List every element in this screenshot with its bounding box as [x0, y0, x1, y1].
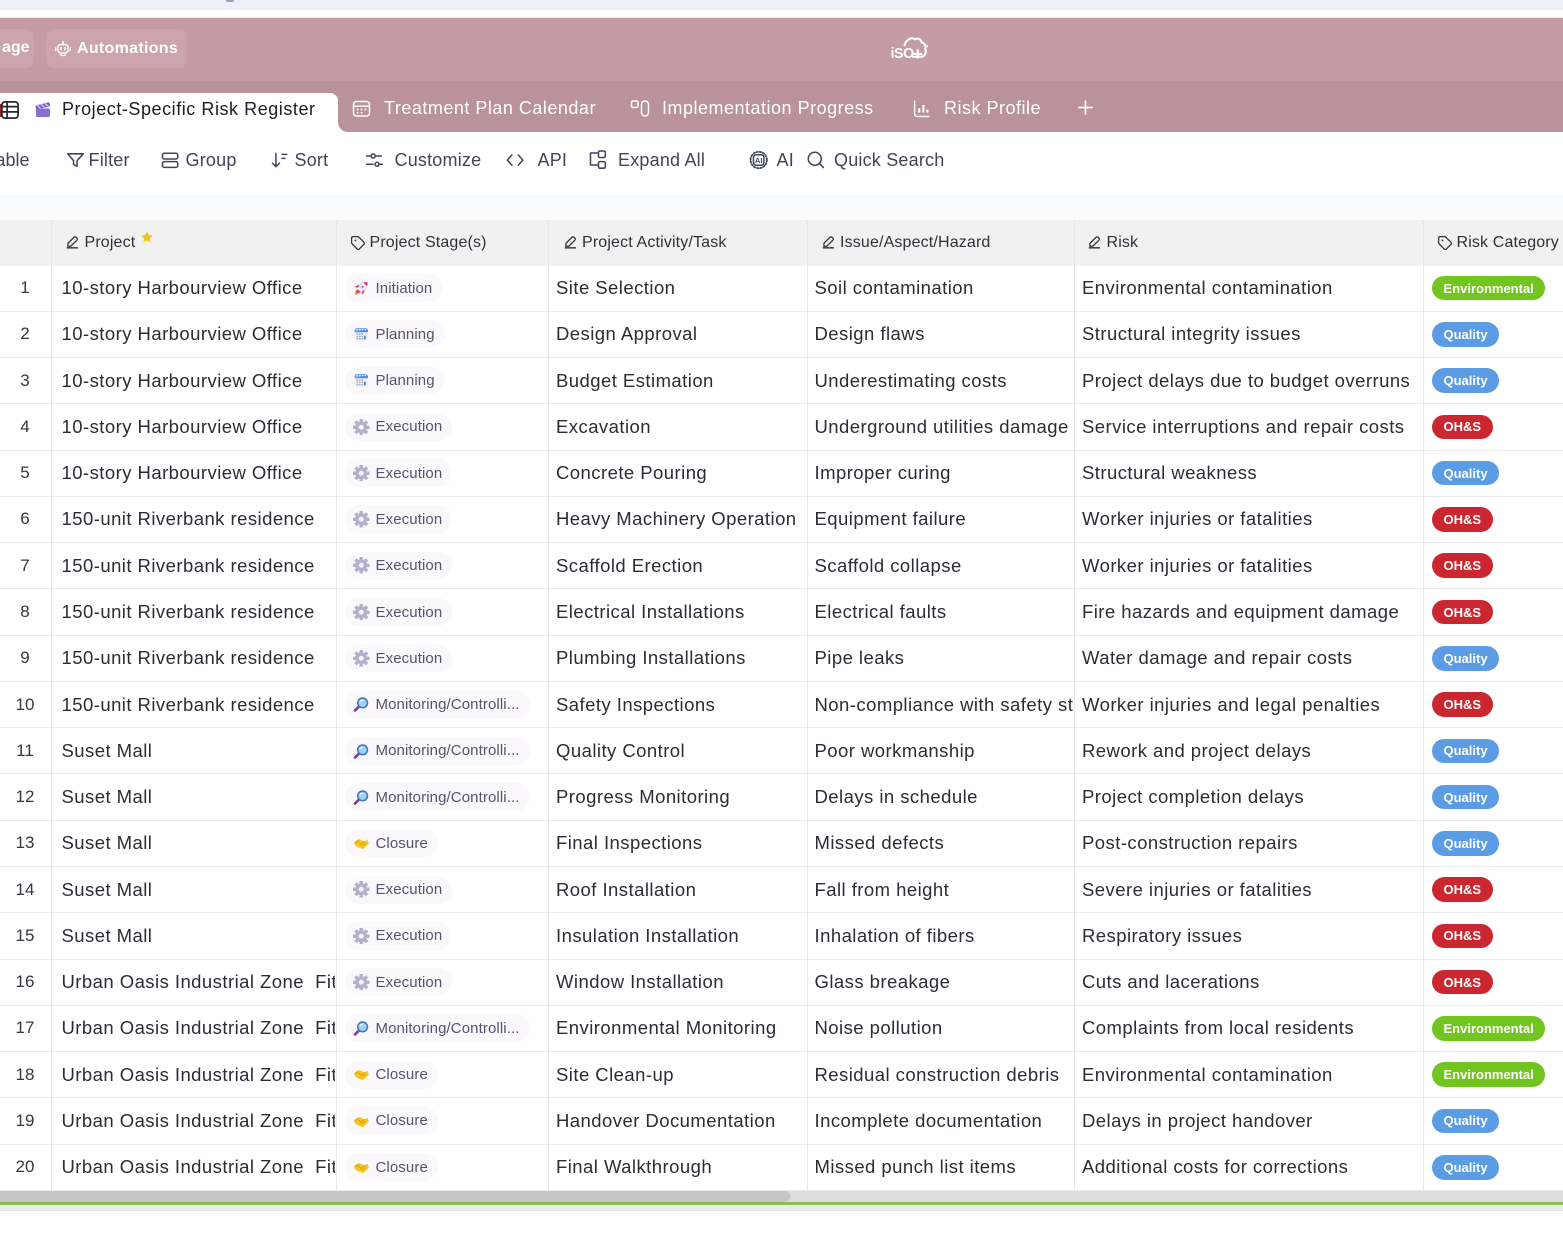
svg-text:AI: AI [754, 156, 762, 165]
svg-text:iSO: iSO [891, 46, 915, 62]
